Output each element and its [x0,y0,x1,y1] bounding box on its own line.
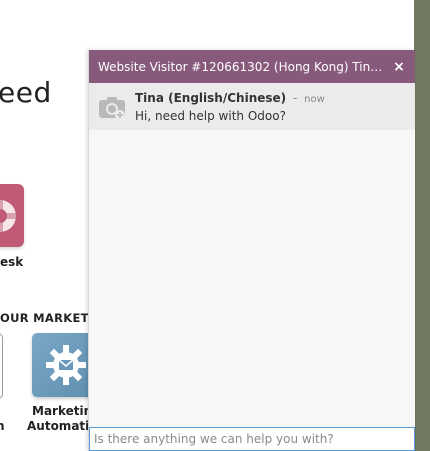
chat-composer [89,427,415,451]
marketing-tile-label-line1: Marketin [32,404,93,418]
background-image-strip [414,0,430,451]
message-author: Tina (English/Chinese) [135,90,287,105]
chat-header[interactable]: Website Visitor #120661302 (Hong Kong) T… [89,50,415,83]
close-icon[interactable]: × [391,59,407,75]
helpdesk-app-tile[interactable] [0,184,24,247]
app-tile-partial[interactable] [0,333,3,399]
helpdesk-tile-label: esk [0,255,24,269]
marketing-automation-app-tile[interactable] [32,333,96,397]
chat-message: Tina (English/Chinese) - now Hi, need he… [89,83,415,130]
message-separator: - [292,90,298,105]
livechat-window: Website Visitor #120661302 (Hong Kong) T… [88,50,415,451]
lifebuoy-icon [0,199,17,233]
app-tile-label-partial: n [0,419,5,433]
page-heading: eed [0,76,52,109]
message-text: Hi, need help with Odoo? [135,108,286,123]
marketing-tile-label-line2: Automati [27,419,90,433]
message-timestamp: now [304,93,325,105]
camera-placeholder-icon [99,96,125,120]
gear-icon [46,345,86,385]
chat-input[interactable] [90,428,414,450]
chat-thread: Tina (English/Chinese) - now Hi, need he… [89,83,415,427]
chat-title: Website Visitor #120661302 (Hong Kong) T… [98,59,387,74]
